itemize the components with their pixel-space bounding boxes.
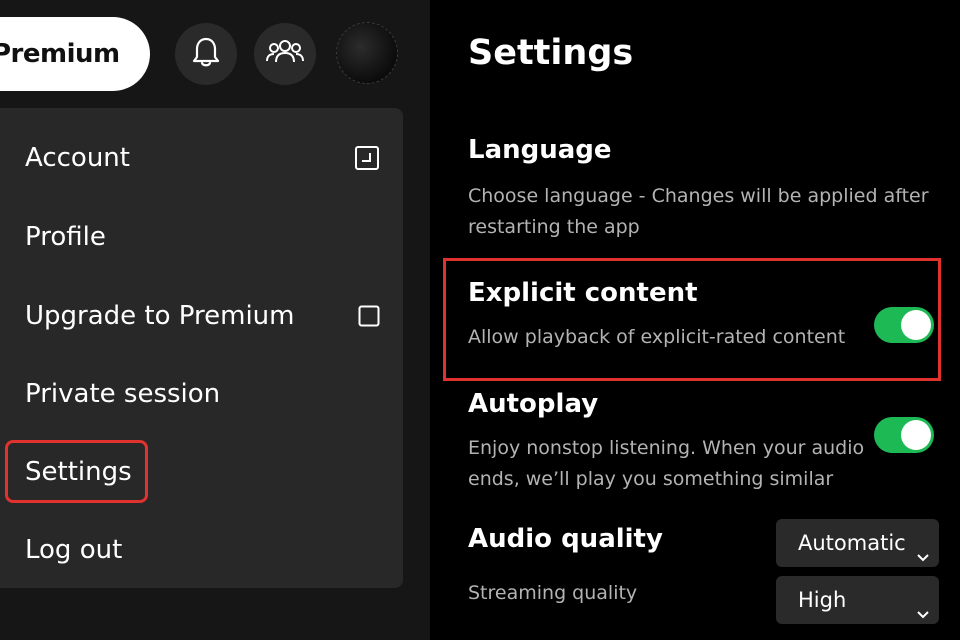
streaming-quality-value: High — [798, 588, 847, 612]
language-description: Choose language - Changes will be applie… — [468, 185, 929, 238]
menu-item-account[interactable]: Account — [25, 140, 130, 176]
profile-menu: Account Profile Upgrade to Premium Priva… — [0, 108, 403, 588]
external-link-icon — [354, 145, 380, 171]
explicit-content-highlight-box — [443, 258, 941, 381]
bell-icon — [191, 36, 221, 72]
friends-icon — [265, 36, 305, 72]
menu-item-private-session[interactable]: Private session — [25, 376, 220, 412]
chevron-down-icon — [915, 591, 931, 639]
menu-item-profile[interactable]: Profile — [25, 219, 106, 255]
friend-activity-button[interactable] — [254, 23, 316, 85]
menu-item-upgrade[interactable]: Upgrade to Premium — [25, 298, 294, 334]
autoplay-description: Enjoy nonstop listening. When your audio… — [468, 437, 865, 490]
menu-item-log-out[interactable]: Log out — [25, 532, 122, 568]
avatar[interactable] — [336, 22, 398, 84]
autoplay-toggle[interactable] — [874, 417, 934, 453]
page-title: Settings — [468, 33, 634, 73]
chevron-down-icon — [915, 534, 931, 582]
autoplay-title: Autoplay — [468, 389, 599, 419]
audio-quality-value: Automatic — [798, 531, 906, 555]
toggle-knob — [901, 420, 931, 450]
audio-quality-select[interactable]: Automatic — [776, 519, 939, 567]
language-title: Language — [468, 135, 612, 165]
audio-quality-title: Audio quality — [468, 524, 663, 554]
external-link-icon — [358, 305, 380, 327]
premium-button[interactable]: Premium — [0, 17, 150, 91]
settings-highlight-box — [5, 440, 148, 503]
streaming-quality-select[interactable]: High — [776, 576, 939, 624]
notifications-button[interactable] — [175, 23, 237, 85]
